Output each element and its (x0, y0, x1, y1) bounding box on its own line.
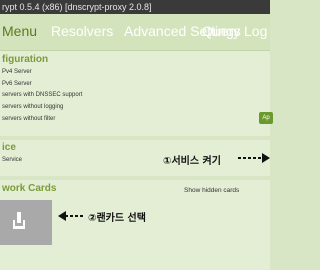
arrow-right-icon (238, 153, 270, 163)
title-bar: rypt 0.5.4 (x86) [dnscrypt-proxy 2.0.8] (0, 0, 270, 14)
window-title: rypt 0.5.4 (x86) [dnscrypt-proxy 2.0.8] (2, 2, 152, 12)
configuration-section: figuration Pv4 Server Pv6 Server servers… (0, 51, 270, 136)
option-dnssec[interactable]: servers with DNSSEC support (2, 92, 82, 98)
section-title-configuration: figuration (2, 54, 49, 65)
ethernet-port-icon (13, 212, 25, 229)
service-toggle-label[interactable]: Service (2, 157, 22, 163)
section-title-network-cards: work Cards (2, 183, 57, 194)
option-no-logging[interactable]: servers without logging (2, 104, 63, 110)
option-no-filter[interactable]: servers without filter (2, 116, 55, 122)
tab-query-log[interactable]: Query Log (202, 23, 267, 39)
tab-bar: Menu Resolvers Advanced Settings Query L… (0, 14, 270, 51)
network-card-tile[interactable] (0, 200, 52, 245)
section-title-service: ice (2, 142, 16, 153)
tab-menu[interactable]: Menu (2, 23, 37, 39)
arrow-left-icon (58, 211, 84, 221)
option-ipv4[interactable]: Pv4 Server (2, 69, 32, 75)
annotation-service-on: ①서비스 켜기 (163, 156, 221, 167)
annotation-select-lan-card: ②랜카드 선택 (88, 213, 146, 224)
service-section: ice Service (0, 140, 270, 176)
apply-button[interactable]: Ap (259, 112, 273, 124)
show-hidden-cards-toggle[interactable]: Show hidden cards (184, 187, 239, 194)
tab-resolvers[interactable]: Resolvers (51, 23, 113, 39)
option-ipv6[interactable]: Pv6 Server (2, 81, 32, 87)
